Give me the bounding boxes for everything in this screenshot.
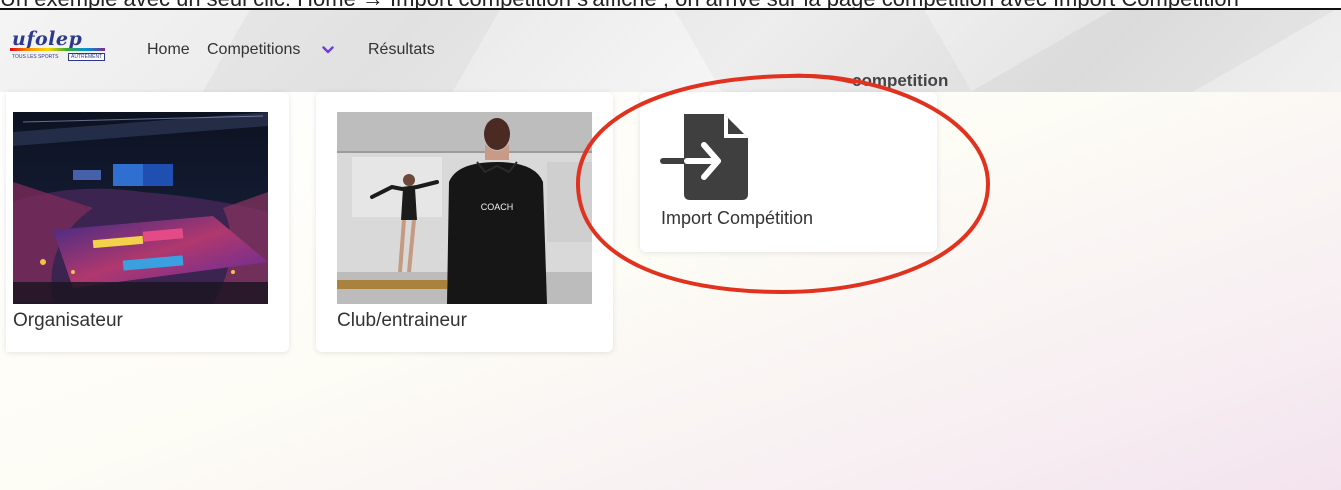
brand-tagline: TOUS LES SPORTS — [12, 54, 59, 60]
import-competition-card-label: Import Compétition — [661, 208, 814, 228]
club-coach-card-label: Club/entraineur — [337, 310, 467, 331]
nav-competitions-link[interactable]: Competitions — [207, 41, 300, 59]
import-competition-card[interactable]: Import Compétition — [640, 92, 937, 252]
brand-tagline-box: AUTREMENT — [68, 53, 106, 61]
chevron-down-icon[interactable] — [322, 45, 334, 55]
organizer-card-label: Organisateur — [13, 310, 123, 331]
navbar: ufolep TOUS LES SPORTS AUTREMENT Home Co… — [0, 10, 1341, 92]
brand-swoosh — [10, 48, 105, 51]
coach-shirt-text: COACH — [481, 202, 514, 212]
nav-results-link[interactable]: Résultats — [368, 41, 435, 59]
page-title: competition — [852, 71, 949, 90]
brand-logo[interactable]: ufolep TOUS LES SPORTS AUTREMENT — [10, 28, 106, 64]
coach-photo: COACH — [337, 112, 592, 304]
club-coach-card[interactable]: COACH Club/entraineur — [316, 92, 613, 352]
organizer-card[interactable]: Organisateur — [6, 92, 289, 352]
brand-name: ufolep — [12, 28, 83, 50]
nav-home-link[interactable]: Home — [147, 41, 190, 59]
arena-photo — [13, 112, 268, 304]
file-import-icon — [660, 114, 748, 200]
